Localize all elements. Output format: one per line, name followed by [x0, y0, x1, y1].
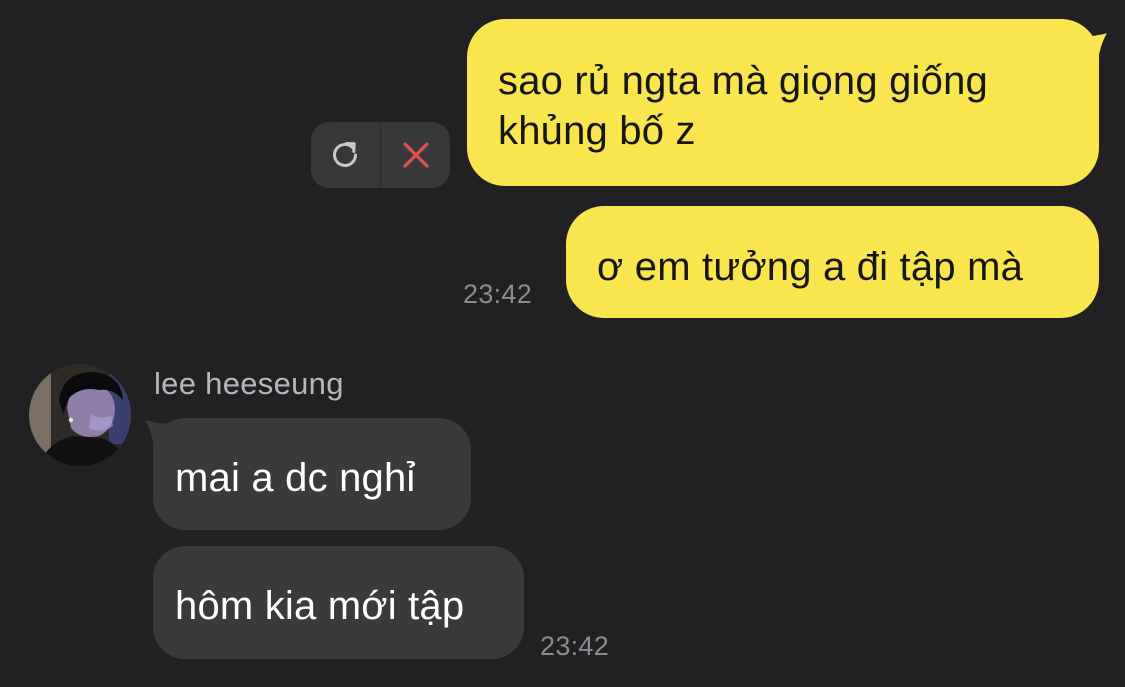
close-icon — [403, 142, 429, 168]
bubble-tail — [1084, 33, 1107, 61]
incoming-message-bubble[interactable]: mai a dc nghỉ — [145, 418, 471, 530]
failed-message-actions — [311, 122, 450, 188]
bubble-tail — [145, 420, 168, 448]
message-timestamp: 23:42 — [540, 631, 610, 661]
refresh-icon — [333, 142, 358, 167]
outgoing-message-bubble[interactable]: sao rủ ngta mà giọng giống khủng bố z — [467, 19, 1107, 186]
outgoing-message-bubble[interactable]: ơ em tưởng a đi tập mà — [566, 206, 1099, 318]
retry-button[interactable] — [311, 122, 380, 188]
sender-name: lee heeseung — [154, 366, 344, 401]
message-text: hôm kia mới tập — [175, 584, 465, 628]
avatar[interactable] — [29, 364, 131, 466]
profile-photo — [29, 364, 131, 466]
delete-button[interactable] — [381, 122, 450, 188]
incoming-message-bubble[interactable]: hôm kia mới tập — [153, 546, 524, 659]
message-text: ơ em tưởng a đi tập mà — [597, 245, 1024, 289]
message-timestamp: 23:42 — [463, 279, 533, 309]
message-text: mai a dc nghỉ — [175, 456, 416, 500]
message-text: sao rủ ngta mà giọng giống khủng bố z — [498, 59, 988, 153]
